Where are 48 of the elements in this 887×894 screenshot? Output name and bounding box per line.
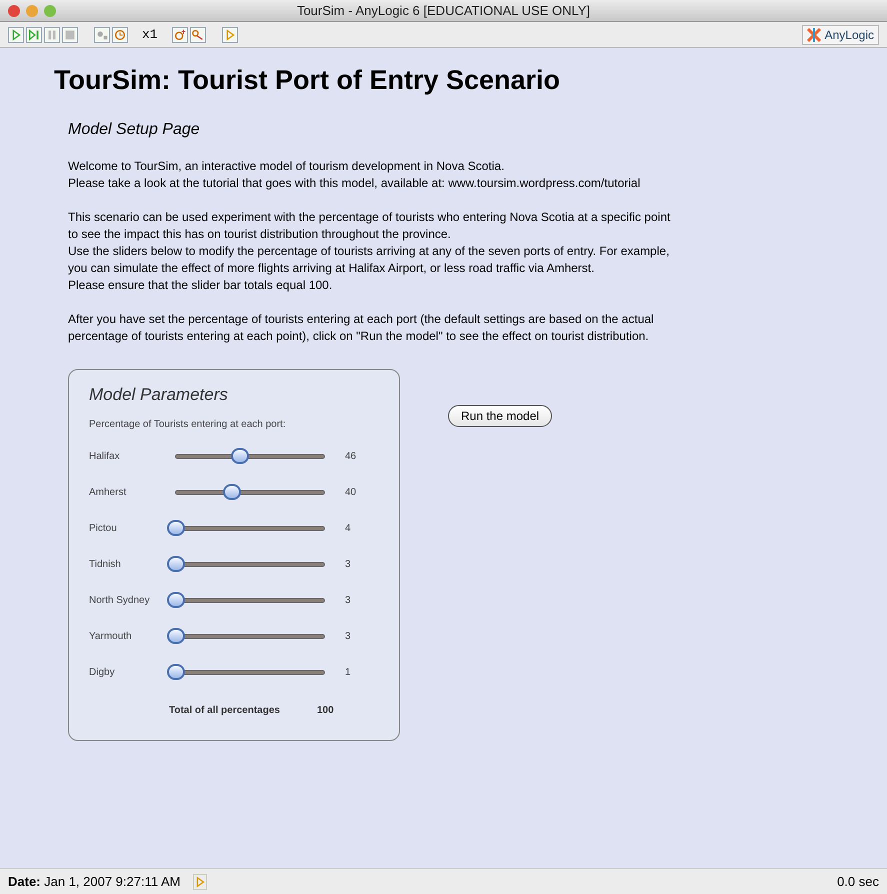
- slider-thumb[interactable]: [223, 484, 241, 500]
- date-label: Date: Jan 1, 2007 9:27:11 AM: [8, 872, 180, 891]
- port-value: 3: [345, 558, 351, 572]
- port-label: Tidnish: [89, 558, 122, 572]
- port-label: Pictou: [89, 522, 118, 536]
- slider-thumb[interactable]: [167, 592, 185, 608]
- total-value: 100: [317, 704, 334, 718]
- logo-icon: [806, 28, 821, 42]
- slider-thumb[interactable]: [231, 448, 250, 464]
- play-icon[interactable]: [8, 26, 24, 42]
- port-label: Digby: [89, 666, 116, 680]
- slider-thumb[interactable]: [167, 520, 185, 536]
- port-label: Amherst: [89, 486, 128, 500]
- slider-track[interactable]: [167, 628, 325, 644]
- paragraph: This scenario can be used experiment with the percentage of tourists who entering Nova Scotia at a specific point to see the impact this has on tourist distribution throughout the province. Use the sliders below to modify the percentage of tourists arriving at any of the seven ports of entry. For example, you can simulate the effect of more flights arriving at Halifax Airport, or less road traffic via Amherst. Please ensure that the slider bar totals equal 100.: [68, 208, 672, 294]
- port-label: North Sydney: [89, 594, 151, 608]
- port-value: 4: [345, 522, 351, 536]
- elapsed-time: 0.0 sec: [837, 872, 879, 891]
- paragraph: Welcome to TourSim, an interactive model of tourism development in Nova Scotia. Please take a look at the tutorial that goes with this model, available at: www.toursim.wordpress.com/tutorial: [68, 158, 642, 192]
- speed-label: x1: [141, 26, 159, 44]
- port-label: Halifax: [89, 450, 121, 464]
- port-label: Yarmouth: [89, 630, 133, 644]
- close-icon[interactable]: [8, 4, 20, 16]
- paragraph: After you have set the percentage of tourists entering at each port (the default settings are based on the actual percentage of tourists entering at each point), click on "Run the model" to see the effect on tourist distribution.: [68, 310, 655, 345]
- window-title: TourSim - AnyLogic 6 [EDUCATIONAL USE ONLY]: [296, 2, 592, 20]
- step-icon[interactable]: [26, 26, 42, 42]
- slider-thumb[interactable]: [167, 664, 185, 680]
- slider-thumb[interactable]: [167, 556, 185, 572]
- port-value: 3: [345, 630, 351, 644]
- page-subtitle: Model Setup Page: [68, 120, 201, 140]
- panel-title: Model Parameters: [89, 384, 229, 406]
- slider-track[interactable]: [167, 556, 325, 572]
- port-value: 46: [345, 450, 356, 464]
- port-value: 1: [345, 666, 351, 680]
- slider-thumb[interactable]: [167, 628, 185, 644]
- page-title: TourSim: Tourist Port of Entry Scenario: [54, 64, 562, 97]
- run-model-button[interactable]: Run the model: [448, 404, 552, 427]
- slider-track[interactable]: [167, 664, 325, 680]
- slider-track[interactable]: [167, 520, 325, 536]
- brand-link[interactable]: AnyLogic: [802, 24, 879, 44]
- port-value: 3: [345, 594, 351, 608]
- total-label: Total of all percentages: [169, 704, 281, 718]
- play-icon[interactable]: [222, 26, 238, 42]
- speed-up-icon[interactable]: [172, 26, 188, 42]
- port-value: 40: [345, 486, 356, 500]
- clock-icon[interactable]: [112, 26, 128, 42]
- panel-caption: Percentage of Tourists entering at each port:: [89, 418, 287, 432]
- slider-track[interactable]: [167, 592, 325, 608]
